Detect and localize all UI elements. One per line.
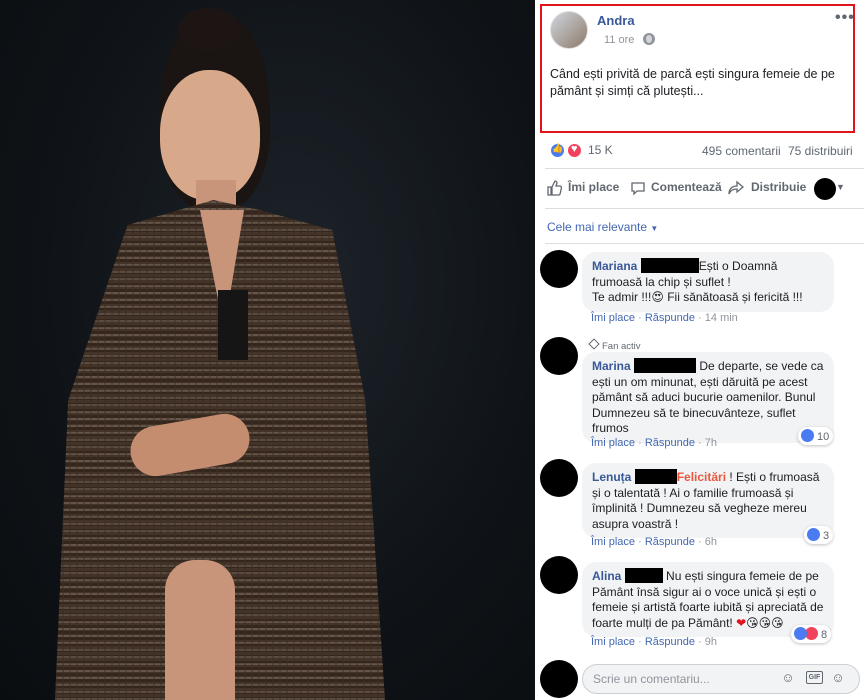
comment-bubble: Marina De departe, se vede ca ești un om… [582, 352, 834, 443]
comment-bubble: Mariana Ești o Doamnă frumoasă la chip ș… [582, 252, 834, 312]
comment-text: Fii sănătoasă și fericită !!! [663, 290, 803, 304]
composer-avatar [540, 660, 578, 698]
comment-time[interactable]: 7h [705, 437, 717, 449]
love-reaction-icon[interactable] [566, 142, 583, 159]
photo-hair-bun [178, 8, 240, 52]
heart-eyes-emoji: 😍 [651, 290, 664, 304]
commenter-name[interactable]: Alina [592, 569, 621, 583]
commenter-name[interactable]: Mariana [592, 259, 637, 273]
comment-text: Te admir !!! [592, 290, 652, 304]
emoji-icon[interactable]: ☺ [780, 670, 796, 686]
comment-time[interactable]: 6h [705, 536, 717, 548]
comment-reactions-badge[interactable]: 3 [804, 526, 834, 544]
comment-reply-link[interactable]: Răspunde [645, 536, 695, 548]
commenter-avatar[interactable] [540, 556, 578, 594]
comment-time[interactable]: 9h [705, 636, 717, 648]
share-button[interactable]: Distribuie [751, 180, 806, 194]
emoji-row: ❤😘😘😘 [736, 615, 784, 630]
like-reaction-icon[interactable] [549, 142, 566, 159]
comment-like-link[interactable]: Îmi place [591, 536, 635, 548]
comment-reply-link[interactable]: Răspunde [645, 437, 695, 449]
sort-label: Cele mai relevante [547, 220, 648, 234]
photo-top [218, 290, 248, 360]
redacted-name [634, 358, 697, 373]
redacted-name [640, 258, 699, 273]
share-as-avatar[interactable] [814, 178, 836, 200]
commenter-name[interactable]: Marina [592, 359, 631, 373]
commenter-avatar[interactable] [540, 250, 578, 288]
photo-leg [165, 560, 235, 700]
commenter-name[interactable]: Lenuța [592, 470, 631, 484]
comment-icon[interactable] [630, 180, 646, 196]
shares-count[interactable]: 75 distribuiri [788, 144, 853, 158]
like-icon[interactable] [546, 180, 563, 196]
comment-time[interactable]: 14 min [705, 312, 738, 324]
like-icon [801, 429, 814, 442]
reaction-count: 8 [821, 629, 828, 641]
commenter-avatar[interactable] [540, 337, 578, 375]
divider [545, 208, 864, 209]
redacted-name [624, 568, 663, 583]
sticker-icon[interactable]: ☺ [830, 670, 846, 686]
chevron-down-icon[interactable]: ▼ [836, 182, 845, 192]
comment-sort-dropdown[interactable]: Cele mai relevante ▼ [547, 220, 658, 234]
comment-reply-link[interactable]: Răspunde [645, 312, 695, 324]
reaction-count: 3 [823, 530, 830, 542]
reactions-count[interactable]: 15 K [588, 143, 613, 157]
like-icon [807, 528, 820, 541]
comment-input-placeholder[interactable]: Scrie un comentariu... [593, 672, 710, 686]
fan-badge-label: Fan activ [602, 341, 641, 352]
comment-like-link[interactable]: Îmi place [591, 437, 635, 449]
comments-count[interactable]: 495 comentarii [702, 144, 781, 158]
comment-like-link[interactable]: Îmi place [591, 636, 635, 648]
comment-meta: Îmi place · Răspunde · 14 min [591, 312, 738, 324]
like-icon [794, 627, 807, 640]
comment-reactions-badge[interactable]: 8 [791, 625, 832, 643]
gif-icon[interactable]: GIF [806, 671, 823, 684]
comment-meta: Îmi place · Răspunde · 7h [591, 437, 718, 449]
share-icon[interactable] [728, 180, 745, 196]
comment-meta: Îmi place · Răspunde · 6h [591, 536, 718, 548]
divider [545, 243, 864, 244]
comment-button[interactable]: Comentează [651, 180, 722, 194]
post-photo[interactable] [0, 0, 535, 700]
highlight-box [540, 4, 855, 133]
diamond-icon [588, 338, 600, 350]
fan-badge: Fan activ [588, 338, 641, 352]
divider [545, 168, 864, 169]
commenter-avatar[interactable] [540, 459, 578, 497]
redacted-name [634, 469, 677, 484]
comment-like-link[interactable]: Îmi place [591, 312, 635, 324]
comment-reactions-badge[interactable]: 10 [798, 427, 834, 445]
caret-down-icon: ▼ [650, 224, 659, 233]
comment-reply-link[interactable]: Răspunde [645, 636, 695, 648]
highlighted-word: Felicitări [676, 470, 727, 484]
comment-bubble: Lenuța Felicitări ! Ești o frumoasă și o… [582, 463, 834, 538]
reaction-count: 10 [817, 431, 830, 443]
comment-meta: Îmi place · Răspunde · 9h [591, 636, 718, 648]
like-button[interactable]: Îmi place [568, 180, 619, 194]
